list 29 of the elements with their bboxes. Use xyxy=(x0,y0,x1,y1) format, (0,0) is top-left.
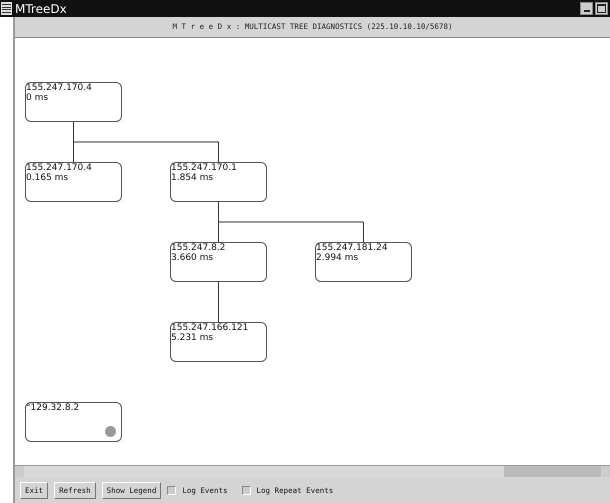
node-latency: 0 ms xyxy=(26,93,50,103)
node-address: 155.247.166.121 xyxy=(171,323,250,333)
node-latency: 0.165 ms xyxy=(26,173,70,183)
minimize-icon[interactable] xyxy=(580,2,593,15)
tree-node[interactable]: 155.247.170.1 1.854 ms xyxy=(170,162,267,202)
window-title: MTreeDx xyxy=(15,2,68,16)
node-address: 155.247.8.2 xyxy=(171,243,226,253)
maximize-icon[interactable] xyxy=(595,2,608,15)
node-latency: 3.660 ms xyxy=(171,253,214,263)
checkbox[interactable] xyxy=(242,486,250,494)
checkbox[interactable] xyxy=(167,486,176,494)
node-address: °129.32.8.2 xyxy=(26,403,80,413)
tree-node[interactable]: 155.247.170.4 0 ms xyxy=(25,82,122,122)
window-menu-icon[interactable] xyxy=(1,2,12,15)
node-latency: 5.231 ms xyxy=(171,333,214,343)
tree-node[interactable]: 155.247.8.2 3.660 ms xyxy=(170,242,267,282)
tree-node[interactable]: 155.247.166.121 5.231 ms xyxy=(170,322,267,362)
horizontal-scrollbar[interactable] xyxy=(15,465,610,477)
node-address: 155.247.170.1 xyxy=(171,163,238,173)
node-latency: 2.994 ms xyxy=(316,253,360,263)
status-dot xyxy=(105,426,116,437)
node-address: 155.247.170.4 xyxy=(26,83,93,93)
tree-node[interactable]: 155.247.181.24 2.994 ms xyxy=(315,242,412,282)
node-latency: 1.854 ms xyxy=(171,173,214,183)
node-address: 155.247.170.4 xyxy=(26,163,93,173)
node-address: 155.247.181.24 xyxy=(316,243,389,253)
tree-node[interactable]: °129.32.8.2 xyxy=(25,402,122,442)
tree-node[interactable]: 155.247.170.4 0.165 ms xyxy=(25,162,122,202)
connector-lines xyxy=(218,282,219,322)
